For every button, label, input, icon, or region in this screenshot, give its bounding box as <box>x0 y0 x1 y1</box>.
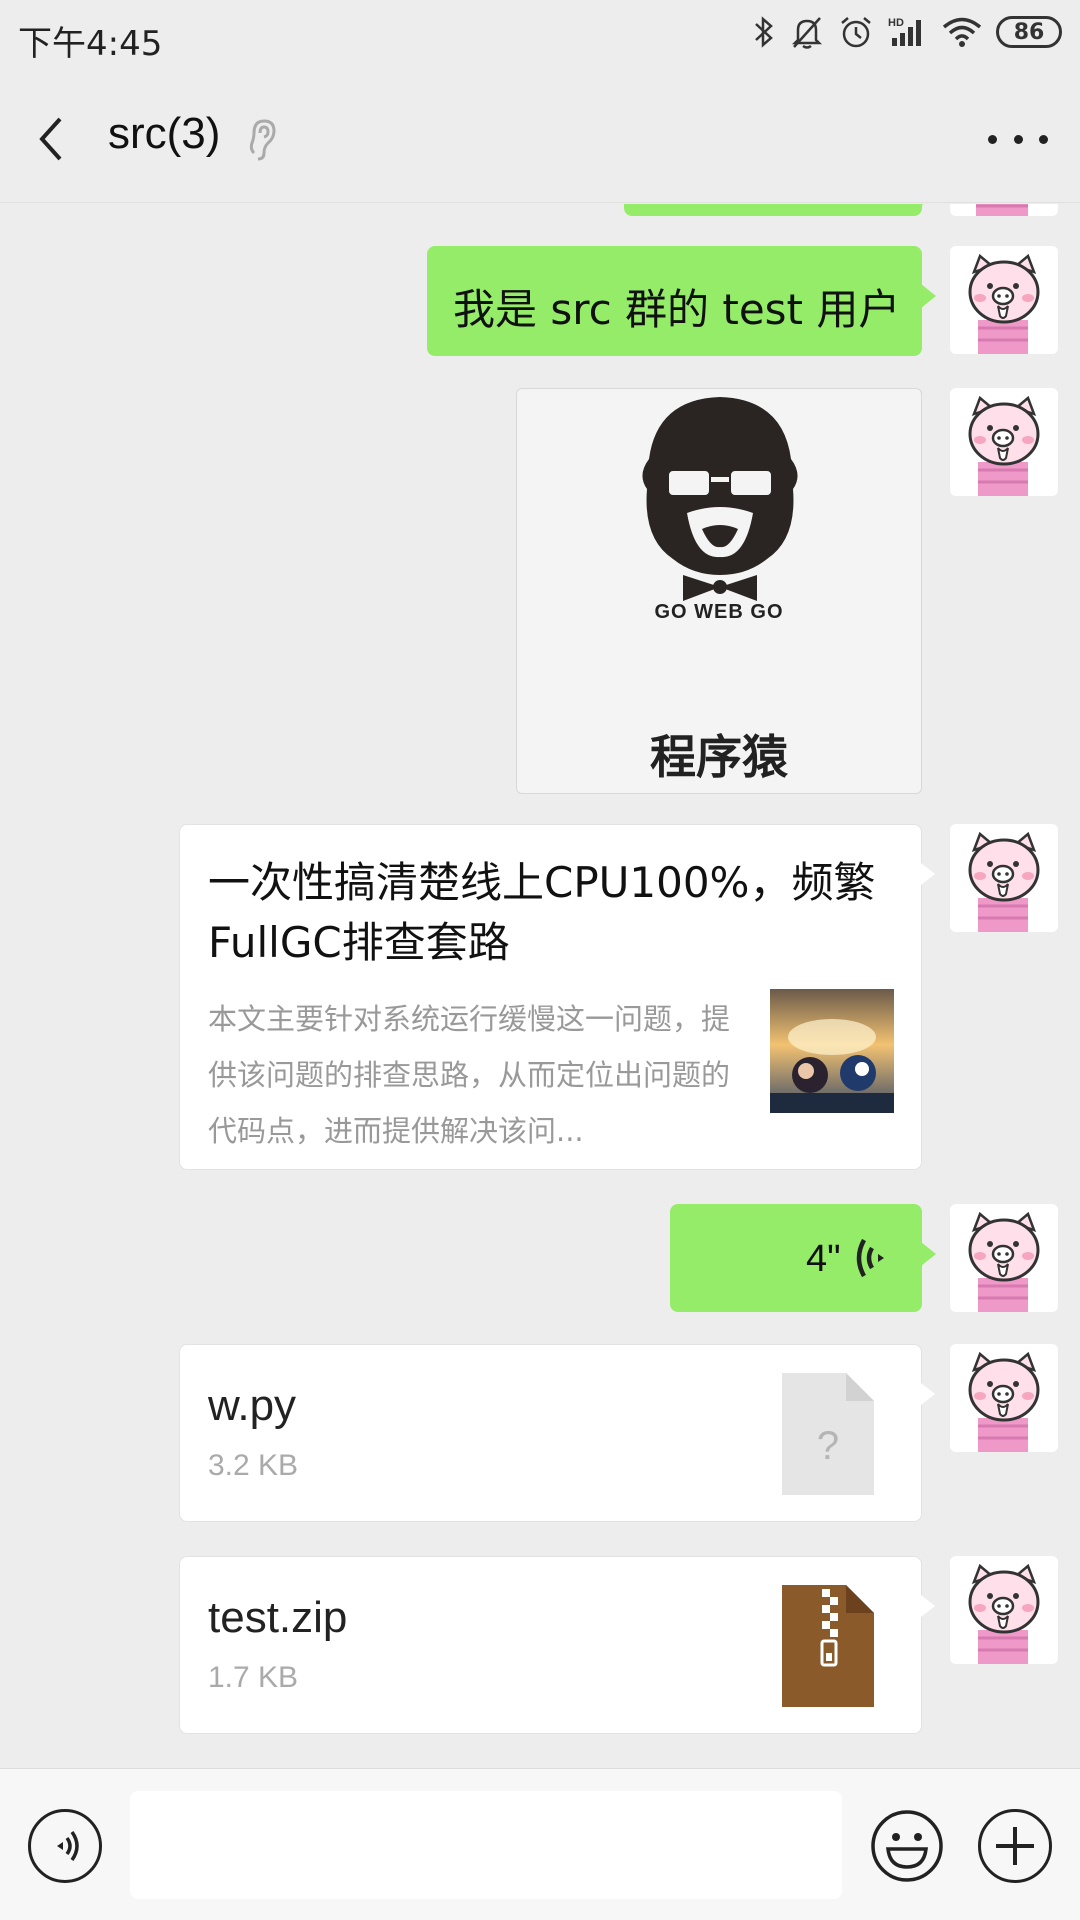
pig-avatar-icon <box>968 1351 1040 1452</box>
plus-button[interactable] <box>978 1809 1052 1883</box>
voice-duration: 4" <box>806 1238 841 1280</box>
chat-area[interactable]: 我是 src 群的 test 用户 GO WEB GO 程序猿 一次性搞清楚线上… <box>0 204 1080 1768</box>
more-dot-icon <box>1039 134 1048 144</box>
file-message-card[interactable]: test.zip 1.7 KB <box>179 1556 935 1734</box>
sticker-brand-text: GO WEB GO <box>654 601 784 623</box>
emoji-icon <box>871 1810 943 1882</box>
file-size: 3.2 KB <box>208 1449 299 1482</box>
gorilla-sticker-icon <box>642 397 798 601</box>
avatar[interactable] <box>950 204 1058 216</box>
pig-avatar-icon <box>968 831 1040 932</box>
voice-wave-icon <box>854 1234 894 1286</box>
pig-avatar-icon <box>968 1563 1040 1664</box>
status-bar: 下午4:45 HD 86 <box>0 0 1080 75</box>
avatar[interactable] <box>950 824 1058 932</box>
article-description: 本文主要针对系统运行缓慢这一问题，提供该问题的排查思路，从而定位出问题的代码点，… <box>208 1002 731 1148</box>
svg-text:HD: HD <box>888 17 904 29</box>
avatar[interactable] <box>950 1344 1058 1452</box>
hd-signal-icon: HD <box>888 14 928 50</box>
chat-header: src(3) <box>0 75 1080 203</box>
unknown-file-icon: ? <box>782 1373 874 1499</box>
mute-bell-icon <box>790 14 824 50</box>
avatar[interactable] <box>950 388 1058 496</box>
file-size: 1.7 KB <box>208 1661 299 1694</box>
avatar[interactable] <box>950 1556 1058 1664</box>
avatar[interactable] <box>950 1204 1058 1312</box>
status-icons: HD 86 <box>752 14 1062 50</box>
battery-icon: 86 <box>996 16 1062 48</box>
file-message-card[interactable]: w.py 3.2 KB ? <box>179 1344 935 1522</box>
pig-avatar-icon <box>968 1211 1040 1312</box>
partial-message-bubble[interactable] <box>624 204 936 216</box>
article-thumbnail-image <box>770 989 894 1113</box>
pig-avatar-icon <box>968 253 1040 354</box>
wifi-icon <box>942 14 982 50</box>
input-bar <box>0 1768 1080 1920</box>
emoji-button[interactable] <box>870 1809 944 1883</box>
text-message-bubble[interactable]: 我是 src 群的 test 用户 <box>427 246 936 356</box>
more-dot-icon <box>988 134 997 144</box>
file-name: w.py <box>208 1381 297 1430</box>
more-button[interactable] <box>988 125 1048 153</box>
pig-avatar-icon <box>976 204 1028 216</box>
bluetooth-icon <box>752 14 776 50</box>
alarm-icon <box>838 14 874 50</box>
svg-text:?: ? <box>817 1424 839 1468</box>
sticker-caption: 程序猿 <box>650 730 788 784</box>
back-icon <box>39 117 62 161</box>
voice-mode-button[interactable] <box>28 1809 102 1883</box>
message-text: 我是 src 群的 test 用户 <box>453 285 901 334</box>
file-name: test.zip <box>208 1593 348 1642</box>
chat-title: src(3) <box>108 109 221 158</box>
article-thumbnail <box>770 989 894 1113</box>
article-title: 一次性搞清楚线上CPU100%，频繁FullGC排查套路 <box>208 858 876 967</box>
more-dot-icon <box>1013 134 1023 144</box>
voice-mode-icon <box>57 1830 79 1862</box>
sticker-message[interactable]: GO WEB GO 程序猿 <box>516 388 922 794</box>
pig-avatar-icon <box>968 395 1040 496</box>
avatar[interactable] <box>950 246 1058 354</box>
article-card[interactable]: 一次性搞清楚线上CPU100%，频繁FullGC排查套路 本文主要针对系统运行缓… <box>179 824 935 1170</box>
voice-message-bubble[interactable]: 4" <box>670 1204 936 1312</box>
message-input[interactable] <box>130 1791 842 1899</box>
ear-icon <box>246 115 280 167</box>
back-button[interactable] <box>30 111 80 167</box>
zip-file-icon <box>782 1585 874 1711</box>
status-time: 下午4:45 <box>18 24 163 64</box>
